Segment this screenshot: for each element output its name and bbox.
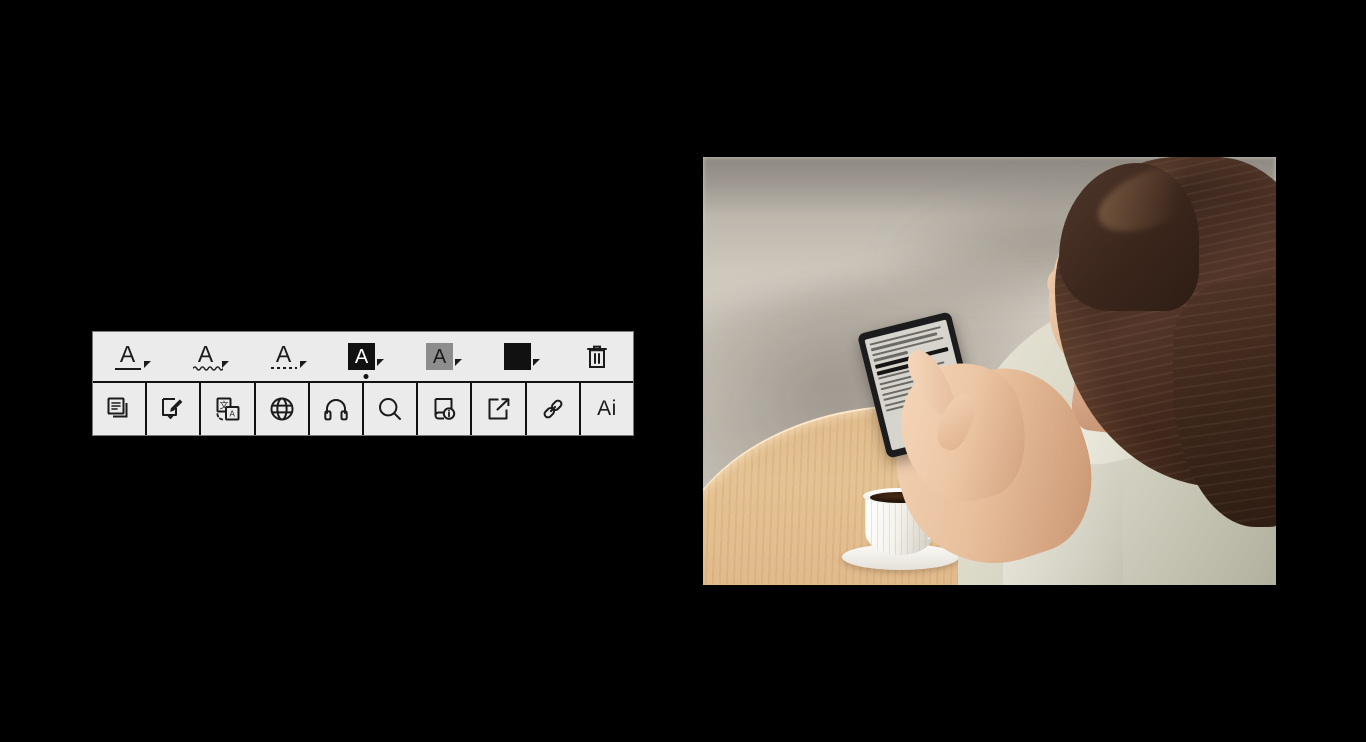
- delete-annotation-button[interactable]: [561, 332, 633, 381]
- action-button-search[interactable]: [364, 383, 419, 435]
- lifestyle-photo-ereader: [703, 157, 1276, 585]
- chevron-down-icon[interactable]: [221, 360, 229, 368]
- annotation-style-row: A A A A A: [93, 332, 633, 383]
- style-button-dashed-underline[interactable]: A: [249, 332, 327, 381]
- style-button-highlight-black[interactable]: A: [327, 332, 405, 381]
- ai-text-icon: Ai: [597, 397, 617, 420]
- redact-fill-swatch-icon: [504, 343, 531, 370]
- action-button-copy[interactable]: [93, 383, 148, 435]
- copy-icon: [107, 397, 128, 418]
- chevron-down-icon[interactable]: [143, 360, 151, 368]
- style-glyph: A: [119, 341, 136, 367]
- action-button-dictionary[interactable]: [418, 383, 473, 435]
- dashed-underline-a-icon: A: [270, 342, 298, 372]
- selected-indicator-dot: [363, 374, 369, 379]
- dictionary-icon: [434, 398, 456, 420]
- globe-icon: [270, 397, 294, 421]
- chevron-down-icon[interactable]: [455, 359, 462, 366]
- action-button-ai[interactable]: Ai: [581, 383, 633, 435]
- style-button-redact-fill[interactable]: [483, 332, 561, 381]
- style-button-squiggly-underline[interactable]: A: [171, 332, 249, 381]
- style-glyph: A: [197, 341, 214, 367]
- wavy-line-icon: [192, 365, 223, 371]
- note-edit-icon: [162, 398, 183, 419]
- style-glyph: A: [354, 345, 369, 368]
- screen-root: A A A A A 文 A Ai: [0, 0, 1366, 742]
- translate-icon: 文 A: [216, 397, 239, 421]
- action-button-note[interactable]: [147, 383, 202, 435]
- link-icon: [543, 399, 563, 419]
- squiggly-underline-a-icon: A: [192, 341, 223, 372]
- chevron-down-icon[interactable]: [533, 359, 540, 366]
- chevron-down-icon[interactable]: [377, 359, 384, 366]
- action-button-link[interactable]: [527, 383, 581, 435]
- action-button-web-search[interactable]: [256, 383, 310, 435]
- headphones-icon: [324, 399, 348, 421]
- action-button-share[interactable]: [472, 383, 527, 435]
- underline-a-icon: A: [114, 342, 142, 372]
- trash-icon: [587, 345, 607, 368]
- action-button-translate[interactable]: 文 A: [201, 383, 256, 435]
- search-icon: [379, 398, 402, 420]
- style-button-highlight-gray[interactable]: A: [405, 332, 483, 381]
- highlight-black-swatch-icon: A: [348, 343, 375, 370]
- action-button-read-aloud[interactable]: [310, 383, 365, 435]
- svg-text:A: A: [229, 410, 235, 419]
- chevron-down-icon[interactable]: [299, 360, 307, 368]
- annotation-action-row: 文 A Ai: [93, 383, 633, 435]
- share-icon: [488, 398, 509, 420]
- style-button-underline[interactable]: A: [93, 332, 171, 381]
- text-selection-context-toolbar: A A A A A 文 A Ai: [92, 331, 634, 436]
- highlight-gray-swatch-icon: A: [426, 343, 453, 370]
- style-glyph: A: [432, 345, 447, 368]
- style-glyph: A: [275, 341, 292, 367]
